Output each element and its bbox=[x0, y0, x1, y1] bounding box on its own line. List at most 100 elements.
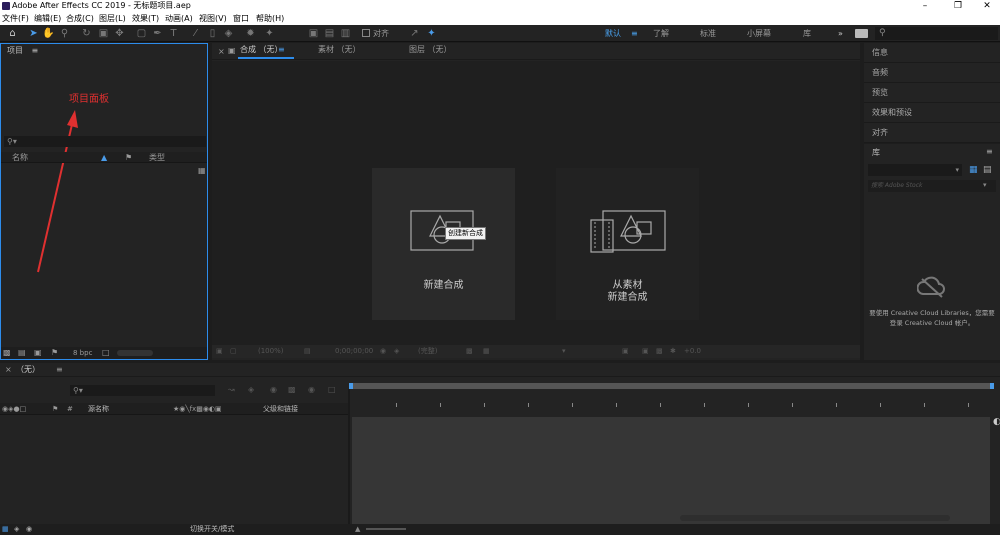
pan-behind-tool-icon[interactable]: ✥ bbox=[113, 27, 126, 40]
always-preview-icon[interactable]: ▣ bbox=[216, 345, 223, 358]
snapshot-icon[interactable]: ◉ bbox=[380, 345, 386, 358]
project-panel-title[interactable]: 项目 bbox=[7, 46, 23, 55]
project-settings-icon[interactable]: ⚑ bbox=[51, 348, 58, 357]
menu-layer[interactable]: 图层(L) bbox=[99, 12, 126, 25]
tab-footage[interactable]: 素材 （无） bbox=[318, 43, 361, 57]
anchor-icon[interactable]: ✦ bbox=[425, 27, 438, 40]
roto-brush-tool-icon[interactable]: ✹ bbox=[244, 27, 257, 40]
menu-window[interactable]: 窗口 bbox=[233, 12, 249, 25]
close-timeline-tab-icon[interactable]: × bbox=[5, 365, 12, 374]
time-navigator-end-icon[interactable]: ◐ bbox=[993, 417, 1000, 427]
menu-edit[interactable]: 编辑(E) bbox=[34, 12, 61, 25]
timeline-link-icon[interactable]: ▣ bbox=[642, 345, 649, 358]
panel-audio[interactable]: 音频 bbox=[864, 63, 1000, 83]
fast-preview-icon[interactable]: ▩ bbox=[466, 345, 473, 358]
workspace-library[interactable]: 库 bbox=[803, 25, 811, 42]
tab-layer[interactable]: 图层 （无） bbox=[409, 43, 452, 57]
stock-search-input[interactable]: 搜索 Adobe Stock bbox=[868, 180, 996, 192]
work-area-bar[interactable] bbox=[350, 383, 993, 389]
pen-tool-icon[interactable]: ✒ bbox=[151, 27, 164, 40]
comp-flowchart-icon[interactable]: ▩ bbox=[656, 345, 663, 358]
parent-link-column[interactable]: 父级和链接 bbox=[263, 403, 298, 415]
type-tool-icon[interactable]: T bbox=[167, 27, 180, 40]
workspace-learn[interactable]: 了解 bbox=[653, 25, 669, 42]
timeline-tab-menu-icon[interactable]: ≡ bbox=[56, 363, 63, 377]
workspace-small-screen[interactable]: 小屏幕 bbox=[747, 25, 771, 42]
motion-blur-icon[interactable]: ◉ bbox=[308, 385, 315, 394]
new-folder-icon[interactable]: ▤ bbox=[18, 348, 26, 357]
exposure-value[interactable]: +0.0 bbox=[684, 345, 701, 358]
hand-tool-icon[interactable]: ✋ bbox=[42, 27, 55, 40]
puppet-tool-icon[interactable]: ✦ bbox=[263, 27, 276, 40]
view-axis-icon[interactable]: ▥ bbox=[339, 27, 352, 40]
shy-layers-icon[interactable]: ◉ bbox=[270, 385, 277, 394]
brush-tool-icon[interactable]: ⁄ bbox=[189, 27, 202, 40]
expand-timing-icon[interactable]: ◉ bbox=[26, 524, 32, 535]
tab-menu-icon[interactable]: ≡ bbox=[278, 43, 285, 57]
sort-ascending-icon[interactable]: ▲ bbox=[101, 152, 107, 163]
toggle-view-icon[interactable]: ▣ bbox=[622, 345, 629, 358]
flowchart-icon[interactable]: ▦ bbox=[198, 166, 206, 175]
resolution-dropdown[interactable]: (完整) bbox=[418, 345, 437, 358]
home-icon[interactable]: ⌂ bbox=[6, 27, 19, 40]
current-time-display[interactable]: 0;00;00;00 bbox=[335, 345, 373, 358]
restore-icon[interactable]: ❐ bbox=[943, 0, 973, 12]
close-icon[interactable]: ✕ bbox=[972, 0, 1000, 12]
frame-blending-icon[interactable]: ▩ bbox=[288, 385, 296, 394]
grid-view-icon[interactable]: ▦ bbox=[969, 165, 978, 175]
work-area-end[interactable] bbox=[990, 383, 994, 389]
comp-mini-flowchart-icon[interactable]: ↝ bbox=[228, 385, 235, 394]
menu-help[interactable]: 帮助(H) bbox=[256, 12, 284, 25]
timeline-tab[interactable]: （无） bbox=[16, 363, 40, 377]
menu-composition[interactable]: 合成(C) bbox=[66, 12, 94, 25]
rotate-tool-icon[interactable]: ↻ bbox=[80, 27, 93, 40]
eraser-tool-icon[interactable]: ◈ bbox=[222, 27, 235, 40]
minimize-icon[interactable]: – bbox=[910, 0, 940, 12]
snap-options-icon[interactable]: ↗ bbox=[408, 27, 421, 40]
3d-view-dropdown[interactable]: ▾ bbox=[562, 345, 566, 358]
panel-align[interactable]: 对齐 bbox=[864, 123, 1000, 143]
timeline-zoom-slider[interactable] bbox=[366, 528, 406, 530]
expand-layer-switches-icon[interactable]: ▦ bbox=[2, 524, 9, 535]
timeline-search-input[interactable]: ⚲▾ bbox=[70, 385, 215, 396]
column-name[interactable]: 名称 bbox=[12, 152, 28, 163]
grid-icon[interactable]: ▤ bbox=[304, 345, 311, 358]
trash-icon[interactable]: □ bbox=[102, 348, 110, 357]
bit-depth-button[interactable]: 8 bpc bbox=[73, 349, 92, 357]
new-composition-icon[interactable]: ▣ bbox=[34, 348, 42, 357]
menu-animation[interactable]: 动画(A) bbox=[165, 12, 193, 25]
menu-effect[interactable]: 效果(T) bbox=[132, 12, 159, 25]
transparency-grid-icon[interactable]: ▦ bbox=[483, 345, 490, 358]
column-type[interactable]: 类型 bbox=[149, 152, 165, 163]
snap-checkbox[interactable] bbox=[362, 29, 370, 37]
menu-view[interactable]: 视图(V) bbox=[199, 12, 227, 25]
exposure-reset-icon[interactable]: ✱ bbox=[670, 345, 676, 358]
magnification-dropdown[interactable]: (100%) bbox=[258, 345, 283, 358]
thumbnail-slider[interactable] bbox=[117, 350, 153, 356]
clone-stamp-tool-icon[interactable]: ▯ bbox=[206, 27, 219, 40]
toggle-switches-modes-button[interactable]: 切换开关/模式 bbox=[190, 524, 234, 535]
camera-tool-icon[interactable]: ▣ bbox=[97, 27, 110, 40]
graph-editor-icon[interactable]: □ bbox=[328, 385, 336, 394]
panel-preview[interactable]: 预览 bbox=[864, 83, 1000, 103]
menu-file[interactable]: 文件(F) bbox=[2, 12, 29, 25]
world-axis-icon[interactable]: ▤ bbox=[323, 27, 336, 40]
region-of-interest-icon[interactable]: ▢ bbox=[230, 345, 237, 358]
library-dropdown[interactable]: ▾ bbox=[868, 164, 962, 176]
search-scope-dropdown-icon[interactable]: ▾ bbox=[983, 181, 987, 189]
search-help-icon[interactable] bbox=[855, 29, 868, 38]
libraries-menu-icon[interactable]: ≡ bbox=[986, 147, 993, 156]
rectangle-tool-icon[interactable]: ▢ bbox=[135, 27, 148, 40]
tab-composition[interactable]: 合成 （无） bbox=[240, 43, 283, 57]
panel-menu-icon[interactable]: ≡ bbox=[32, 46, 39, 55]
panel-effects-presets[interactable]: 效果和预设 bbox=[864, 103, 1000, 123]
source-name-column[interactable]: 源名称 bbox=[88, 403, 109, 415]
new-composition-from-footage-card[interactable]: 从素材 新建合成 bbox=[556, 168, 699, 320]
zoom-out-icon[interactable]: ▲ bbox=[355, 524, 360, 535]
help-search-input[interactable]: ⚲ bbox=[875, 27, 998, 40]
show-channel-icon[interactable]: ◈ bbox=[394, 345, 399, 358]
new-composition-card[interactable]: 新建合成 bbox=[372, 168, 515, 320]
lock-icon[interactable]: ▣ bbox=[228, 46, 236, 55]
expand-transfer-controls-icon[interactable]: ◈ bbox=[14, 524, 19, 535]
project-search-input[interactable]: ⚲▾ bbox=[4, 136, 206, 147]
